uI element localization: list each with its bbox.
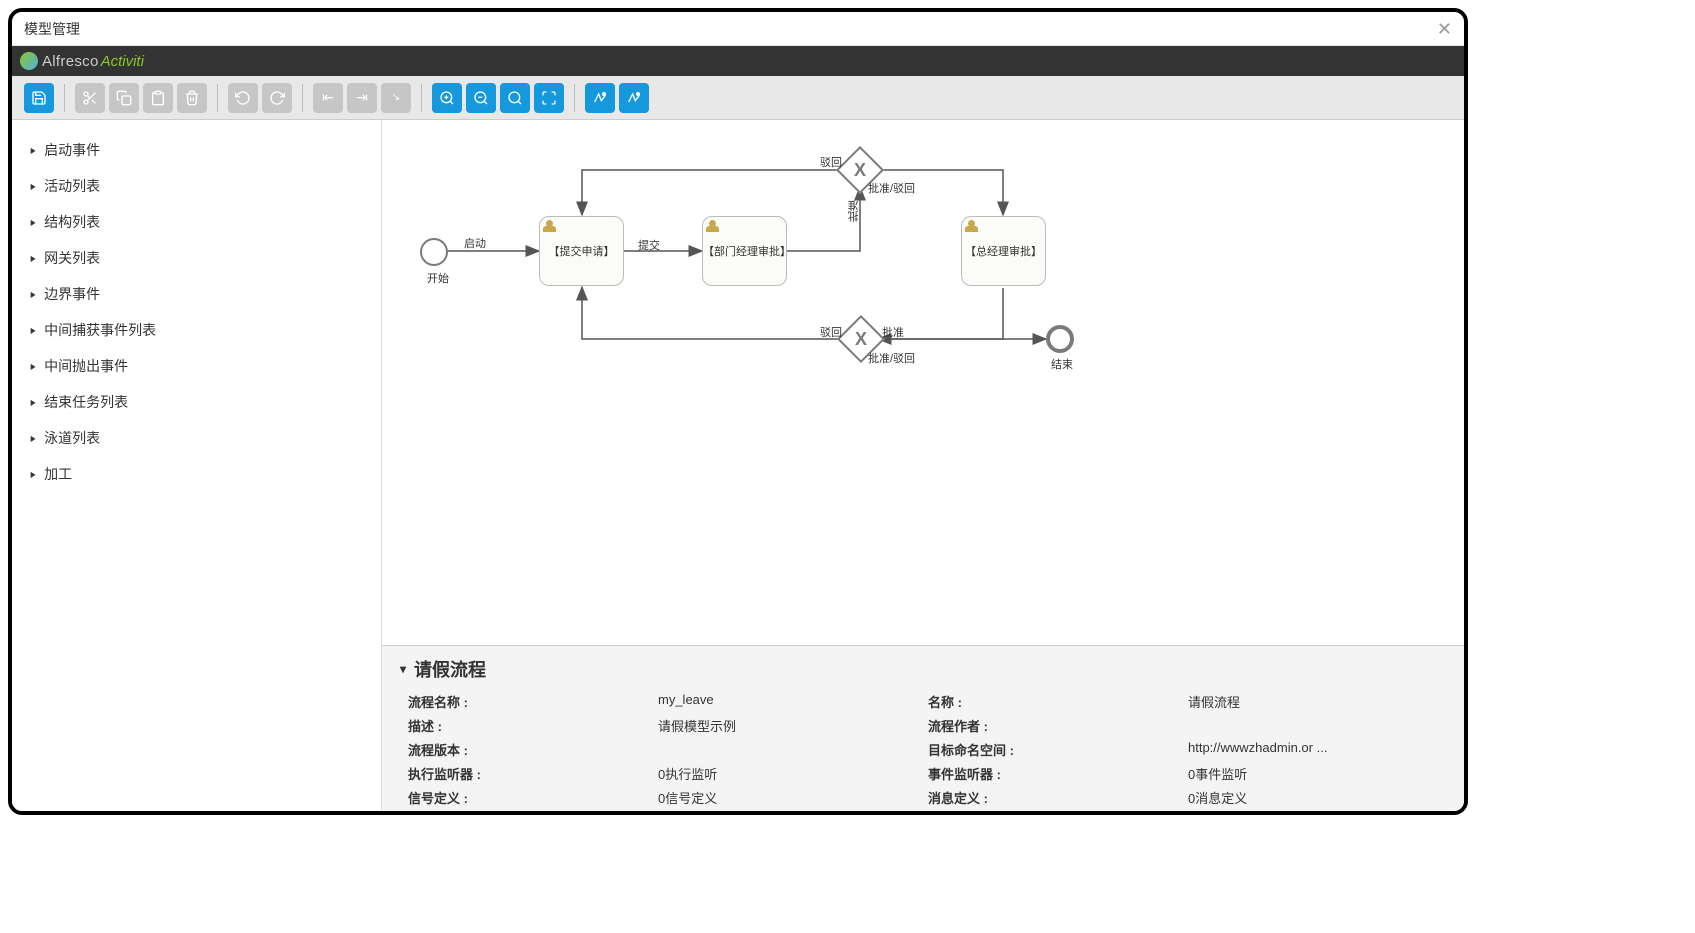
zoom-fit-icon: [541, 90, 557, 106]
prop-value[interactable]: 请假流程: [1188, 692, 1446, 711]
prop-label[interactable]: 消息定义 :: [928, 788, 1188, 807]
gw2-label: 批准/驳回: [868, 350, 915, 366]
zoom-in-icon: [439, 90, 455, 106]
bpmn-task-submit[interactable]: 【提交申请】: [539, 216, 624, 286]
prop-value[interactable]: http://wwwzhadmin.or ...: [1188, 740, 1446, 759]
prop-value[interactable]: 0信号定义: [658, 788, 928, 807]
resize-button[interactable]: ↘: [381, 83, 411, 113]
window-title: 模型管理: [24, 19, 80, 39]
palette-item[interactable]: 网关列表: [20, 240, 373, 276]
bend-remove-icon: [626, 90, 642, 106]
seq-label: 启动: [464, 235, 486, 251]
zoom-in-button[interactable]: [432, 83, 462, 113]
user-icon: [965, 220, 979, 232]
redo-icon: [235, 90, 251, 106]
cut-icon: [82, 90, 98, 106]
titlebar: 模型管理 ✕: [12, 12, 1464, 46]
brand-alfresco: Alfresco: [42, 53, 99, 70]
app-window: 模型管理 ✕ Alfresco Activiti: [8, 8, 1468, 815]
paste-icon: [150, 90, 166, 106]
prop-value[interactable]: 请假模型示例: [658, 716, 928, 735]
align-button-1[interactable]: ⇤: [313, 83, 343, 113]
zoom-reset-icon: [507, 90, 523, 106]
prop-label[interactable]: 流程名称 :: [408, 692, 658, 711]
prop-value[interactable]: [658, 740, 928, 759]
properties-grid: 流程名称 :my_leave名称 :请假流程 描述 :请假模型示例流程作者 : …: [400, 692, 1446, 807]
close-icon[interactable]: ✕: [1437, 20, 1452, 38]
palette-item[interactable]: 结束任务列表: [20, 384, 373, 420]
prop-value[interactable]: my_leave: [658, 692, 928, 711]
canvas-wrap: 开始 启动 【提交申请】 提交 【部门经理审批】 X 批准/驳回 驳回 批准 【…: [382, 120, 1464, 811]
bend-remove-button[interactable]: [619, 83, 649, 113]
copy-button[interactable]: [109, 83, 139, 113]
prop-value[interactable]: 0事件监听: [1188, 764, 1446, 783]
palette-item[interactable]: 启动事件: [20, 132, 373, 168]
user-icon: [543, 220, 557, 232]
prop-label[interactable]: 描述 :: [408, 716, 658, 735]
delete-button[interactable]: [177, 83, 207, 113]
user-icon: [706, 220, 720, 232]
bpmn-task-dept[interactable]: 【部门经理审批】: [702, 216, 787, 286]
prop-value[interactable]: 0执行监听: [658, 764, 928, 783]
prop-label[interactable]: 名称 :: [928, 692, 1188, 711]
alfresco-logo-icon: [20, 52, 38, 70]
properties-panel: 请假流程 流程名称 :my_leave名称 :请假流程 描述 :请假模型示例流程…: [382, 645, 1464, 811]
cut-button[interactable]: [75, 83, 105, 113]
zoom-out-icon: [473, 90, 489, 106]
palette-item[interactable]: 中间抛出事件: [20, 348, 373, 384]
gw2-reject-label: 驳回: [820, 324, 842, 340]
seq-label: 提交: [638, 237, 660, 253]
paste-button[interactable]: [143, 83, 173, 113]
bend-add-icon: [592, 90, 608, 106]
prop-value[interactable]: 0消息定义: [1188, 788, 1446, 807]
toolbar: ⇤ ⇥ ↘: [12, 76, 1464, 120]
palette-item[interactable]: 泳道列表: [20, 420, 373, 456]
palette-item[interactable]: 活动列表: [20, 168, 373, 204]
end-label: 结束: [1051, 356, 1073, 372]
brand-activiti: Activiti: [101, 53, 144, 70]
prop-value[interactable]: [1188, 716, 1446, 735]
gw1-reject-label: 驳回: [820, 154, 842, 170]
save-icon: [31, 90, 47, 106]
prop-label[interactable]: 流程版本 :: [408, 740, 658, 759]
zoom-fit-button[interactable]: [534, 83, 564, 113]
prop-label[interactable]: 流程作者 :: [928, 716, 1188, 735]
bpmn-task-gm[interactable]: 【总经理审批】: [961, 216, 1046, 286]
prop-label[interactable]: 执行监听器 :: [408, 764, 658, 783]
palette-item[interactable]: 中间捕获事件列表: [20, 312, 373, 348]
bpmn-start-event[interactable]: [420, 238, 448, 266]
undo-button[interactable]: [262, 83, 292, 113]
main-area: 启动事件 活动列表 结构列表 网关列表 边界事件 中间捕获事件列表 中间抛出事件…: [12, 120, 1464, 811]
start-label: 开始: [427, 270, 449, 286]
align-icon: ⇤: [322, 89, 334, 106]
brand-bar: Alfresco Activiti: [12, 46, 1464, 76]
bpmn-edges: [382, 120, 1464, 645]
properties-title[interactable]: 请假流程: [400, 656, 1446, 682]
prop-label[interactable]: 事件监听器 :: [928, 764, 1188, 783]
bpmn-canvas[interactable]: 开始 启动 【提交申请】 提交 【部门经理审批】 X 批准/驳回 驳回 批准 【…: [382, 120, 1464, 645]
palette-item[interactable]: 结构列表: [20, 204, 373, 240]
redo-button[interactable]: [228, 83, 258, 113]
prop-label[interactable]: 目标命名空间 :: [928, 740, 1188, 759]
gw1-approve-label: 批准: [846, 200, 862, 222]
palette-item[interactable]: 加工: [20, 456, 373, 492]
gw2-approve-label: 批准: [882, 324, 904, 340]
gw1-label: 批准/驳回: [868, 180, 915, 196]
zoom-out-button[interactable]: [466, 83, 496, 113]
align-button-2[interactable]: ⇥: [347, 83, 377, 113]
resize-icon: ↘: [392, 92, 400, 103]
trash-icon: [184, 90, 200, 106]
save-button[interactable]: [24, 83, 54, 113]
bend-add-button[interactable]: [585, 83, 615, 113]
zoom-reset-button[interactable]: [500, 83, 530, 113]
bpmn-end-event[interactable]: [1046, 325, 1074, 353]
copy-icon: [116, 90, 132, 106]
palette-item[interactable]: 边界事件: [20, 276, 373, 312]
palette-sidebar: 启动事件 活动列表 结构列表 网关列表 边界事件 中间捕获事件列表 中间抛出事件…: [12, 120, 382, 811]
align-icon: ⇥: [356, 89, 368, 106]
undo-icon: [269, 90, 285, 106]
prop-label[interactable]: 信号定义 :: [408, 788, 658, 807]
